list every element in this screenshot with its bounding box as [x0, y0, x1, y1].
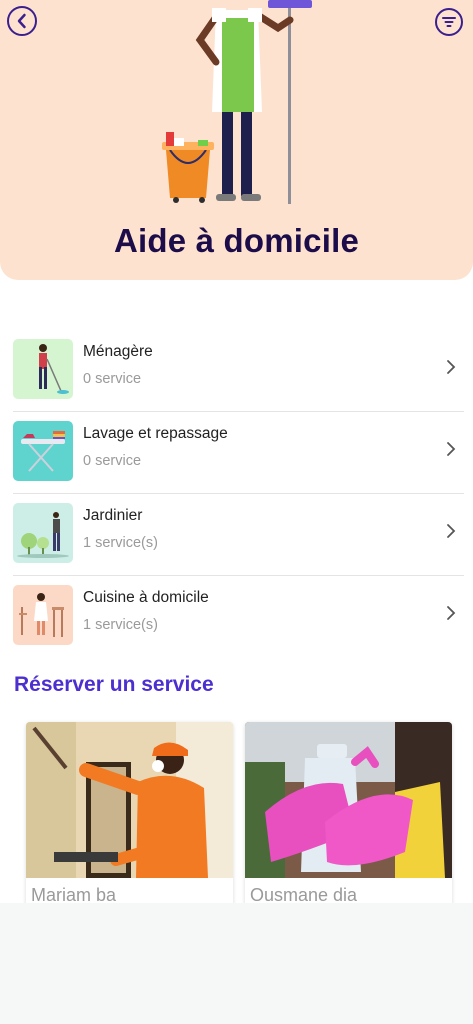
- category-list: Ménagère 0 service Lavage et repassage 0…: [13, 330, 464, 657]
- list-item-lavage[interactable]: Lavage et repassage 0 service: [13, 412, 464, 494]
- chevron-right-icon: [447, 442, 456, 456]
- category-service-count: 0 service: [83, 453, 142, 469]
- home-cook-thumbnail: [13, 585, 73, 645]
- category-service-count: 0 service: [83, 371, 142, 387]
- chevron-right-icon: [447, 606, 456, 620]
- chevron-right-icon: [447, 360, 456, 374]
- page-title: Aide à domicile: [113, 222, 360, 259]
- list-item-jardinier[interactable]: Jardinier 1 service(s): [13, 494, 464, 576]
- cleaner-illustration: [162, 0, 312, 204]
- chevron-right-icon: [447, 524, 456, 538]
- provider-card[interactable]: Ousmane dia: [245, 722, 452, 912]
- filter-icon: [442, 17, 456, 27]
- header-banner: Aide à domicile: [0, 0, 473, 280]
- gardener-thumbnail: [13, 503, 73, 563]
- category-name: Ménagère: [83, 343, 153, 360]
- housekeeper-thumbnail: [13, 339, 73, 399]
- bottom-panel: [0, 903, 473, 1024]
- book-service-heading: Réserver un service: [14, 673, 214, 696]
- filter-button[interactable]: [435, 8, 463, 36]
- category-service-count: 1 service(s): [83, 535, 158, 551]
- category-name: Lavage et repassage: [83, 425, 228, 442]
- category-service-count: 1 service(s): [83, 617, 158, 633]
- chevron-left-icon: [17, 13, 26, 29]
- laundry-thumbnail: [13, 421, 73, 481]
- back-button[interactable]: [7, 6, 37, 36]
- provider-card[interactable]: Mariam ba: [26, 722, 233, 912]
- list-item-menagere[interactable]: Ménagère 0 service: [13, 330, 464, 412]
- painter-photo: [26, 722, 233, 878]
- cleaning-photo: [245, 722, 452, 878]
- category-name: Jardinier: [83, 507, 143, 524]
- category-name: Cuisine à domicile: [83, 589, 209, 606]
- list-item-cuisine[interactable]: Cuisine à domicile 1 service(s): [13, 576, 464, 657]
